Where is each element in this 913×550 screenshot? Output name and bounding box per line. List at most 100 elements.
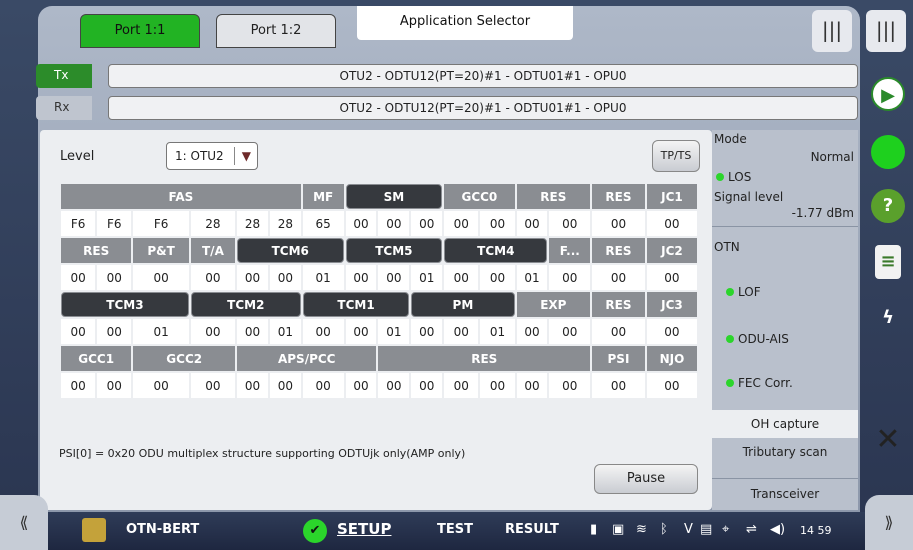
oh-cell: 00 [61,373,96,398]
oh-cell: F6 [61,211,96,236]
rx-path-bar[interactable]: OTU2 - ODTU12(PT=20)#1 - ODTU01#1 - OPU0 [108,96,858,120]
oh-cell: 00 [646,265,697,290]
oh-cell: 00 [190,319,236,344]
oh-cell: 00 [646,373,697,398]
oh-cell: 00 [411,319,443,344]
signal-level-label: Signal level [714,190,784,204]
level-label: Level [60,149,95,164]
setup-button[interactable]: SETUP [337,520,391,538]
tab-port-1-2[interactable]: Port 1:2 [216,14,336,48]
scroll-left-icon[interactable]: ⟪ [0,495,48,550]
status-led-icon [871,135,905,169]
oh-cell: 00 [646,319,697,344]
oh-header-button[interactable]: TCM5 [345,238,443,263]
oh-cell: 00 [345,373,377,398]
oh-cell: 00 [411,211,443,236]
mode-value: Normal [810,150,854,164]
oh-cell: 00 [345,319,377,344]
oh-header: EXP [516,292,591,317]
oh-header-button[interactable]: TCM3 [61,292,189,317]
table-row: F6 F6 F6 28 28 28 65 00 00 00 00 00 00 0… [61,211,697,236]
network-icon: ⌖ [722,522,730,537]
check-icon: ✔ [303,519,327,543]
app-icon [82,518,106,542]
application-selector[interactable]: Application Selector [357,6,573,40]
usb-icon: ⇌ [746,522,757,537]
pause-button[interactable]: Pause [594,464,698,494]
oh-header: JC2 [646,238,697,263]
oh-cell: 00 [549,265,591,290]
status-dot-icon [726,335,734,343]
oh-header-button[interactable]: TCM4 [444,238,548,263]
oh-header-button[interactable]: TCM1 [302,292,410,317]
scroll-right-icon[interactable]: ⟫ [865,495,913,550]
oh-cell: 01 [133,319,189,344]
oh-cell: 00 [444,265,479,290]
oh-cell: 00 [516,319,548,344]
odu-ais-indicator: ODU-AIS [726,332,789,346]
panel-menu-icon[interactable]: ||| [812,10,852,52]
inject-button[interactable]: ϟ [866,296,910,340]
oh-cell: 00 [646,211,697,236]
oh-cell: 00 [237,265,268,290]
oh-header: FAS [61,184,301,209]
oh-cell: 00 [345,211,377,236]
tab-oh-capture[interactable]: OH capture [712,410,858,438]
oh-header-button[interactable]: SM [345,184,443,209]
oh-cell: 00 [516,211,548,236]
bottom-bar: OTN-BERT ✔ SETUP TEST RESULT ▮ ▣ ≋ ᛒ V ▤… [0,512,913,550]
oh-cell: 00 [411,373,443,398]
oh-cell: 01 [269,319,301,344]
tab-transceiver[interactable]: Transceiver [712,480,858,508]
tx-button[interactable]: Tx [36,64,92,88]
oh-cell: 00 [133,265,189,290]
oh-cell: 01 [302,265,344,290]
oh-cell: 00 [345,265,377,290]
wifi-icon: ≋ [636,522,647,537]
rx-button[interactable]: Rx [36,96,92,120]
tab-port-1-1[interactable]: Port 1:1 [80,14,200,48]
oh-cell: 00 [592,319,645,344]
help-button[interactable]: ? [866,184,910,228]
help-icon: ? [871,189,905,223]
table-row: FAS MF SM GCC0 RES RES JC1 [61,184,697,209]
exit-button[interactable]: ✕ [866,418,910,462]
start-test-button[interactable]: ▶ [866,72,910,116]
oh-header: JC3 [646,292,697,317]
oh-cell: 00 [592,211,645,236]
oh-header-button[interactable]: TCM2 [190,292,301,317]
tx-path-bar[interactable]: OTU2 - ODTU12(PT=20)#1 - ODTU01#1 - OPU0 [108,64,858,88]
oh-cell: 00 [302,319,344,344]
oh-cell: 01 [411,265,443,290]
test-button[interactable]: TEST [437,522,473,537]
oh-cell: 00 [97,265,132,290]
status-led-button[interactable] [866,130,910,174]
oh-cell: 00 [302,373,344,398]
oh-cell: 00 [378,373,410,398]
oh-cell: 28 [190,211,236,236]
tab-tributary-scan[interactable]: Tributary scan [712,441,858,477]
level-select[interactable]: 1: OTU2 ▼ [166,142,258,170]
mode-label: Mode [714,132,747,146]
oh-cell: 00 [190,265,236,290]
oh-header-button[interactable]: TCM6 [237,238,344,263]
table-row: GCC1 GCC2 APS/PCC RES PSI NJO [61,346,697,371]
oh-header-button[interactable]: PM [411,292,515,317]
oh-cell: 00 [133,373,189,398]
result-button[interactable]: RESULT [505,522,559,537]
close-icon: ✕ [875,422,901,457]
oh-cell: 00 [592,373,645,398]
oh-cell: F6 [133,211,189,236]
oh-header: RES [592,238,645,263]
lightning-icon: ϟ [882,307,894,328]
table-row: 00 00 00 00 00 00 01 00 00 01 00 00 01 0… [61,265,697,290]
oh-header: APS/PCC [237,346,377,371]
screen-icon: ▣ [612,522,625,537]
fec-corr-indicator: FEC Corr. [726,376,793,390]
table-row: 00 00 00 00 00 00 00 00 00 00 00 00 00 0… [61,373,697,398]
side-menu-icon[interactable]: ||| [866,10,906,52]
status-dot-icon [726,288,734,296]
tpts-button[interactable]: TP/TS [652,140,700,172]
report-button[interactable]: ≡ [866,240,910,284]
play-icon: ▶ [871,77,905,111]
